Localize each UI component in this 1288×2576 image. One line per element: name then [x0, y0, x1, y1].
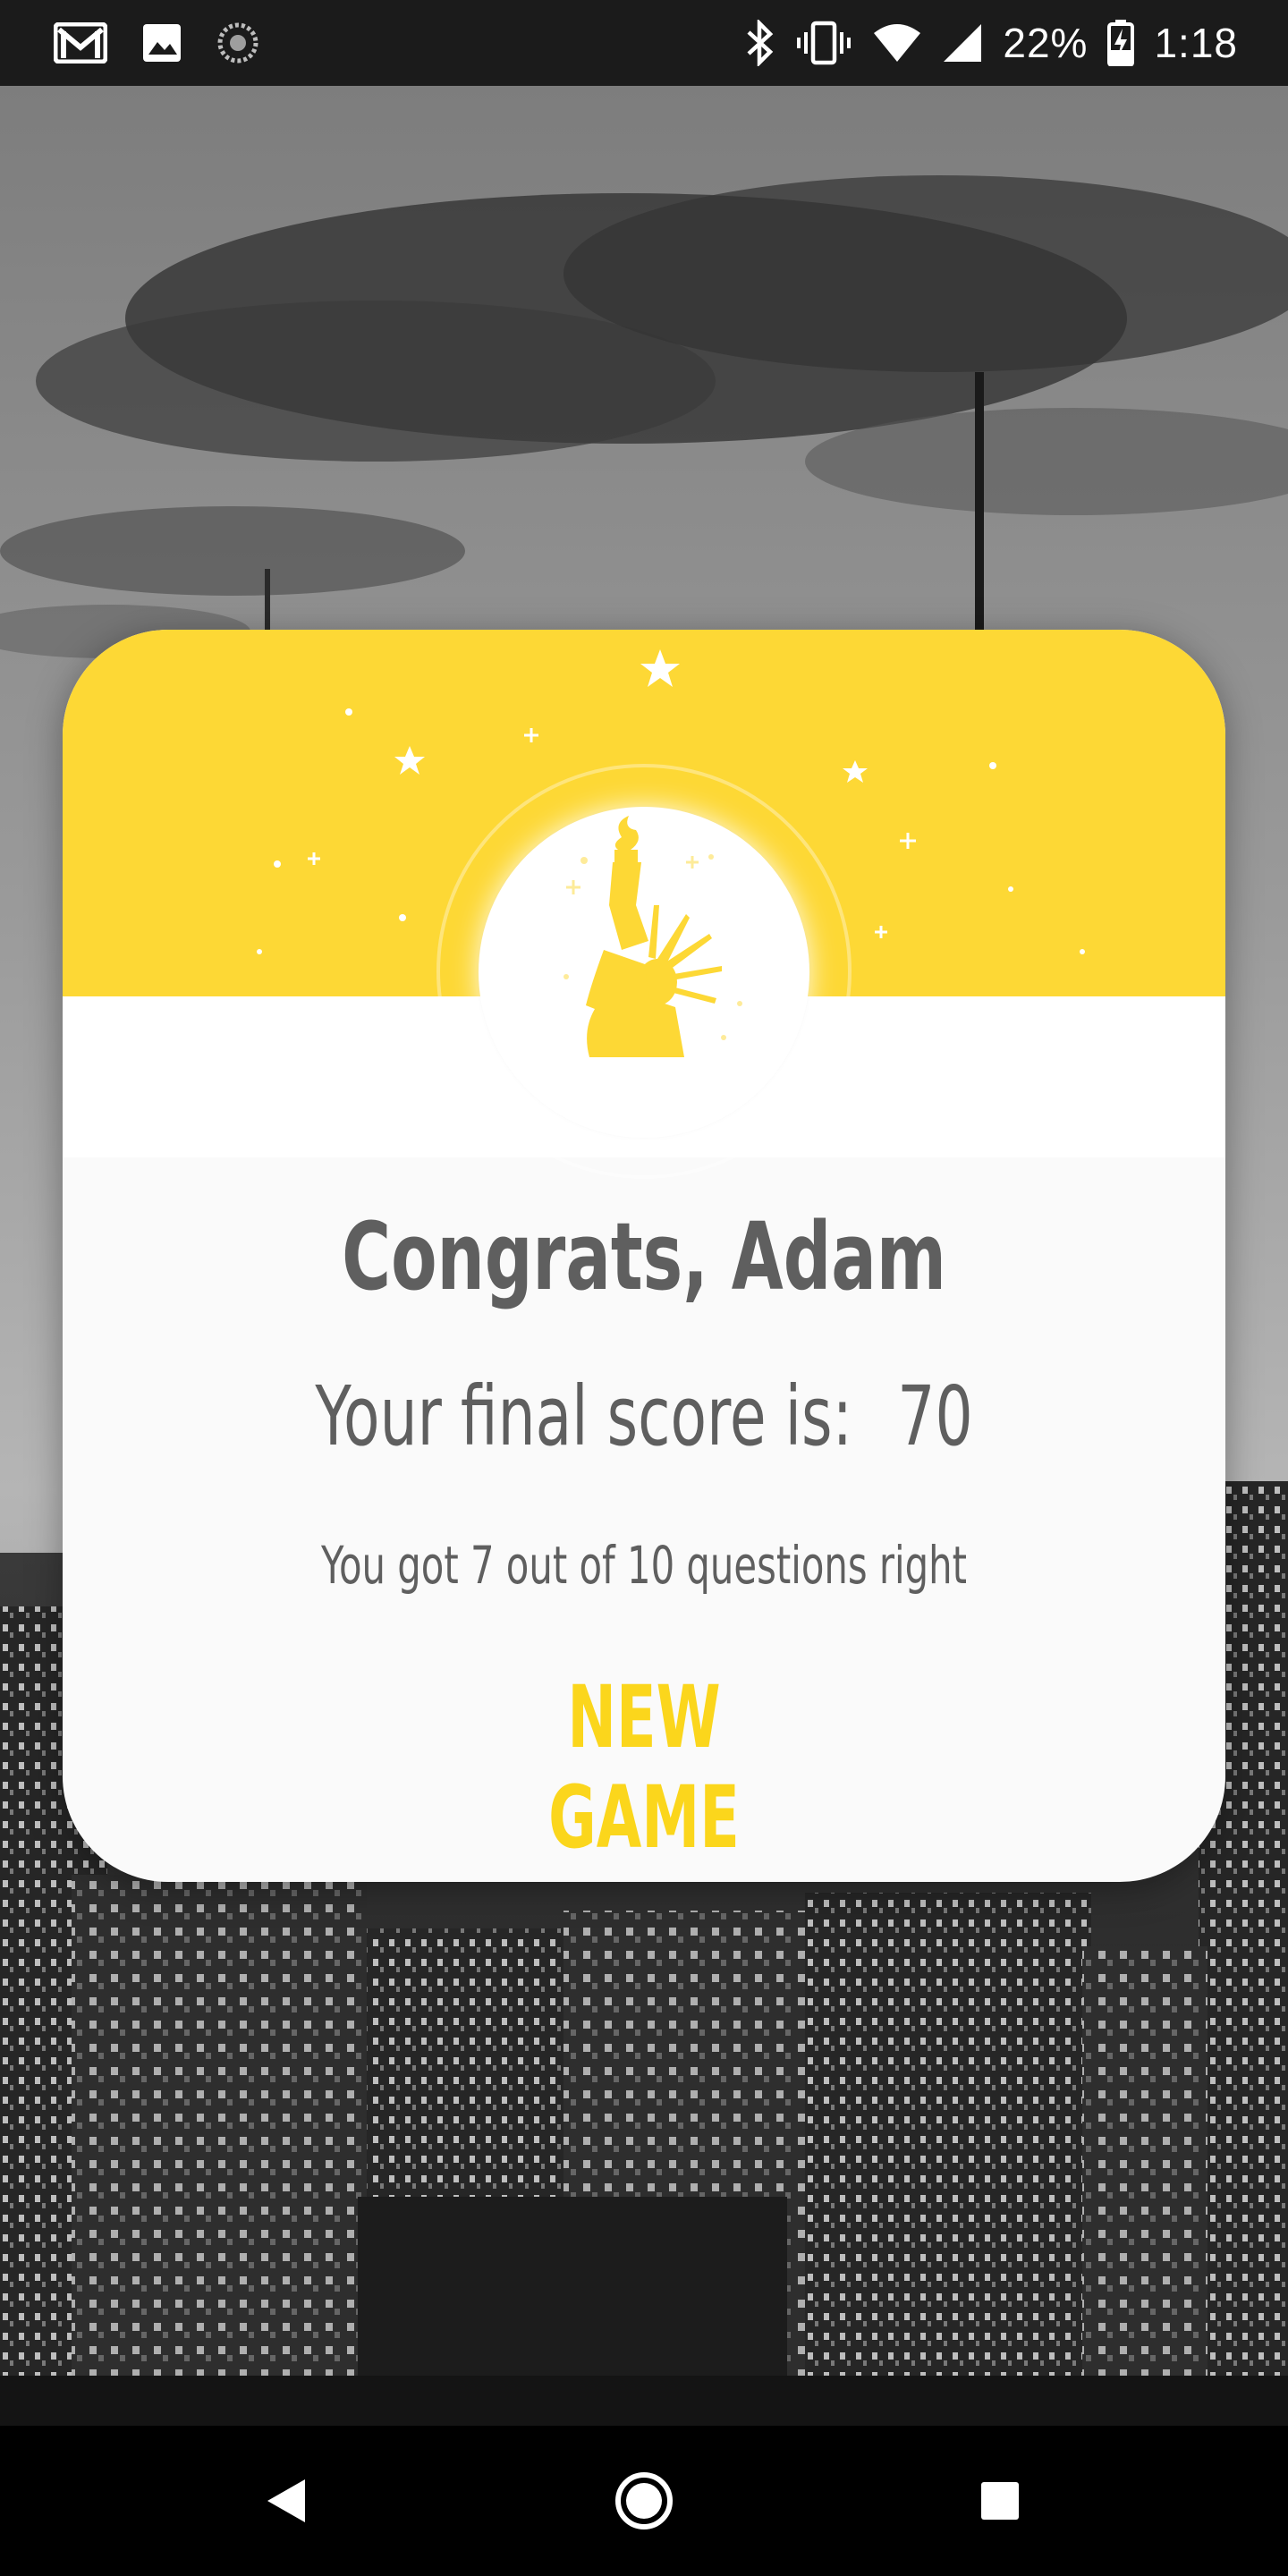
score-label: Your final score is: [315, 1368, 852, 1464]
status-left-icons [54, 20, 259, 66]
battery-charging-icon [1107, 20, 1135, 66]
wifi-icon [872, 22, 922, 64]
statue-of-liberty-icon [564, 816, 742, 1057]
status-right-icons: 22% 1:18 [745, 16, 1238, 70]
back-icon [267, 2479, 305, 2522]
final-score-line: Your final score is: 70 [225, 1368, 1063, 1464]
signal-icon [942, 22, 983, 64]
vibrate-icon [795, 20, 852, 66]
recents-icon [981, 2482, 1019, 2520]
badge [479, 807, 809, 1138]
sync-icon [216, 21, 259, 64]
back-button[interactable] [250, 2465, 322, 2537]
battery-percent: 22% [1003, 20, 1089, 66]
image-icon [141, 22, 182, 64]
screen: 22% 1:18 Congrats, Adam Your final score… [0, 0, 1288, 2576]
congrats-title: Congrats, Adam [342, 1202, 946, 1311]
gmail-icon [54, 22, 107, 64]
clock: 1:18 [1154, 20, 1238, 66]
bluetooth-icon [745, 20, 775, 66]
navigation-bar [0, 2426, 1288, 2576]
questions-summary: You got 7 out of 10 questions right [321, 1535, 967, 1596]
recents-button[interactable] [964, 2465, 1036, 2537]
home-icon [615, 2472, 673, 2529]
home-button[interactable] [608, 2465, 680, 2537]
score-value: 70 [897, 1368, 973, 1464]
status-bar: 22% 1:18 [0, 0, 1288, 86]
result-card: Congrats, Adam Your final score is: 70 Yo… [63, 630, 1225, 1882]
new-game-button[interactable]: NEW GAME [492, 1667, 796, 1868]
